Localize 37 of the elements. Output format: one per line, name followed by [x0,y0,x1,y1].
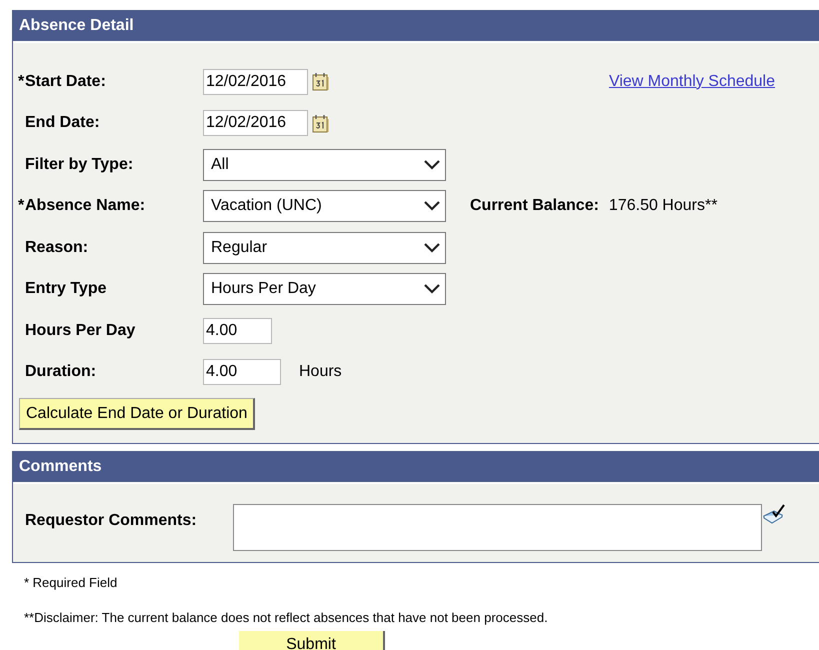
dropdown-field[interactable]: Regular [203,232,446,264]
input-field[interactable]: 4.00 [203,359,281,386]
chevron-down-icon [424,284,440,294]
submit-button[interactable]: Submit [239,631,385,650]
dropdown-field[interactable]: Hours Per Day [203,273,446,306]
field-label: Requestor Comments: [25,512,198,530]
field-label: Hours Per Day [25,322,136,340]
chevron-down-icon [424,160,440,170]
unit-label: Hours [299,363,342,382]
required-marker: * [18,72,25,91]
disclaimer-text: **Disclaimer: The current balance does not reflect absences that have not been processed. [24,610,549,625]
field-label: Filter by Type: [25,156,134,174]
view-schedule-link[interactable]: View Monthly Schedule [608,72,775,91]
field-label: Duration: [25,363,96,382]
input-field[interactable]: 4.00 [203,318,272,344]
field-label: Reason: [25,238,88,257]
balance-value: 176.50 Hours** [608,197,718,216]
field-label: Absence Name: [25,197,146,216]
field-label: End Date: [25,114,100,132]
dropdown-field[interactable]: All [203,148,446,181]
date-field[interactable]: 12/02/2016 [203,68,308,95]
calculate-button[interactable]: Calculate End Date or Duration [19,398,256,430]
chevron-down-icon [424,242,440,253]
dropdown-field[interactable]: Vacation (UNC) [203,190,446,222]
required-marker: * [18,197,25,216]
date-field[interactable]: 12/02/2016 [203,110,308,136]
comments-field[interactable] [233,504,762,551]
section-title: Absence Detail [19,17,134,34]
calendar-icon[interactable] [312,72,329,92]
section-title: Comments [19,458,102,475]
required-note: * Required Field [24,575,118,590]
chevron-down-icon [424,201,440,212]
field-label: Entry Type [25,280,106,298]
spell-check-icon[interactable] [762,504,786,524]
field-label: Start Date: [25,72,106,91]
calendar-icon[interactable] [312,114,329,133]
balance-label: Current Balance: [470,197,599,216]
